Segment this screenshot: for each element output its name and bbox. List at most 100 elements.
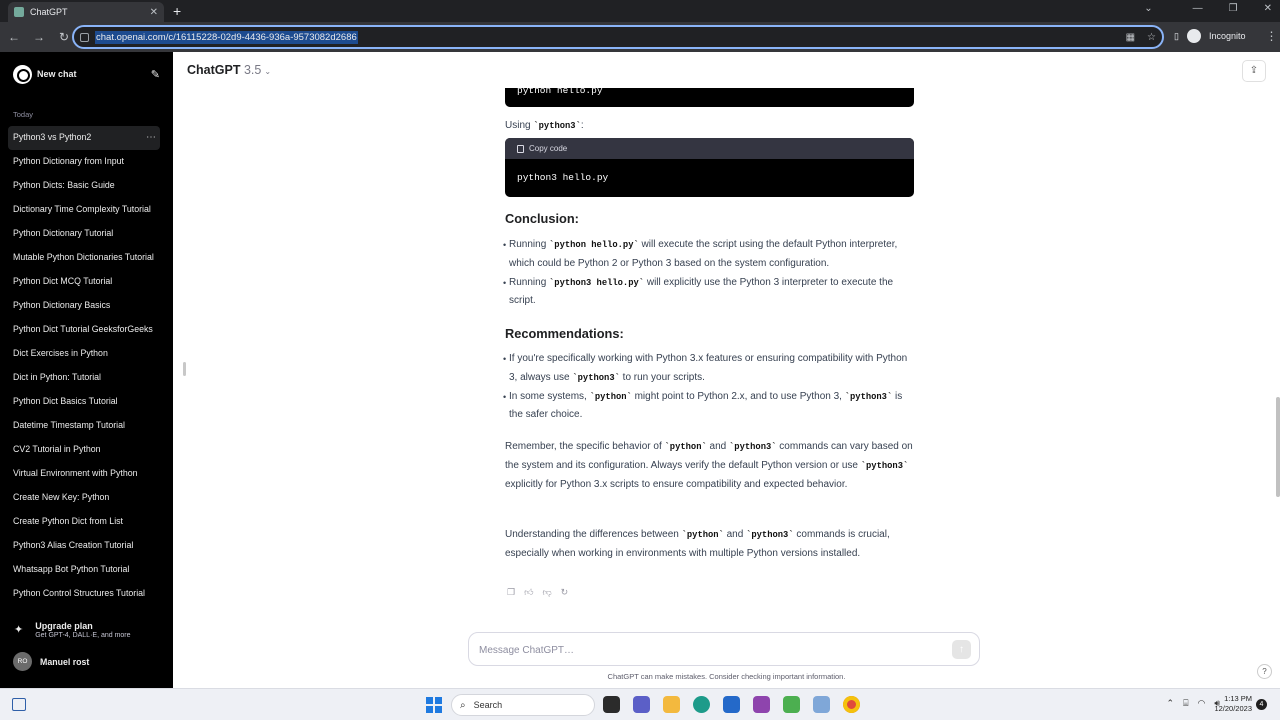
time: 1:13 PM	[1224, 694, 1252, 703]
sidebar-chat-item[interactable]: Mutable Python Dictionaries Tutorial	[8, 246, 160, 270]
qr-code-icon[interactable]: ▦	[1126, 32, 1135, 43]
share-button[interactable]: ⇪	[1242, 60, 1266, 82]
side-panel-icon[interactable]: ▯	[1174, 31, 1179, 42]
tab-search-icon[interactable]: ⌄	[1144, 3, 1152, 14]
sidebar-chat-item[interactable]: Python Dicts: Basic Guide	[8, 174, 160, 198]
text: explicitly for Python 3.x scripts to ens…	[505, 478, 848, 490]
network-icon[interactable]: ⌸	[1183, 698, 1188, 709]
copy-code-button[interactable]: Copy code	[505, 138, 914, 159]
upgrade-plan-button[interactable]: ✦ Upgrade plan Get GPT-4, DALL·E, and mo…	[14, 621, 131, 639]
sidebar-chat-item[interactable]: Python Dict Tutorial GeeksforGeeks	[8, 318, 160, 342]
forward-icon[interactable]: →	[28, 30, 50, 44]
regenerate-icon[interactable]: ↻	[561, 587, 569, 598]
sidebar-chat-item[interactable]: CV2 Tutorial in Python	[8, 438, 160, 462]
chat-item-label: Mutable Python Dictionaries Tutorial	[13, 252, 154, 262]
chat-item-label: Dict in Python: Tutorial	[13, 372, 102, 382]
sidebar-chat-item[interactable]: Python Dictionary from Input	[8, 150, 160, 174]
browser-tab[interactable]: ChatGPT ✕	[8, 2, 164, 22]
thumbs-down-icon[interactable]: 👎︎	[542, 587, 551, 598]
close-window-icon[interactable]: ✕	[1264, 3, 1272, 14]
sidebar-chat-item[interactable]: Python Control Structures Tutorial	[8, 582, 160, 606]
inline-code: `python3`	[533, 121, 581, 131]
text: Remember, the specific behavior of	[505, 441, 665, 452]
minimize-icon[interactable]: —	[1193, 3, 1203, 14]
sparkle-icon: ✦	[14, 624, 24, 636]
incognito-label[interactable]: Incognito	[1209, 31, 1246, 41]
scrollbar[interactable]	[1276, 397, 1280, 497]
new-tab-button[interactable]: +	[173, 3, 181, 19]
sidebar-chat-item[interactable]: Python Dict Basics Tutorial	[8, 390, 160, 414]
sidebar-chat-item[interactable]: Dictionary Time Complexity Tutorial	[8, 198, 160, 222]
message-input[interactable]	[479, 641, 939, 659]
text: and	[706, 441, 730, 452]
inline-code: `python3`	[729, 442, 777, 452]
text: Running	[509, 276, 550, 288]
compose-icon[interactable]: ✎	[151, 68, 160, 81]
copy-icon[interactable]: ❐	[507, 587, 515, 598]
code-block-partial: python hello.py	[505, 88, 914, 107]
sidebar-toggle-handle[interactable]	[183, 362, 186, 376]
disclaimer: ChatGPT can make mistakes. Consider chec…	[607, 672, 846, 681]
store-icon[interactable]	[723, 696, 740, 713]
help-button[interactable]: ?	[1257, 664, 1272, 679]
message-composer: ↑	[468, 632, 980, 666]
user-menu[interactable]: RO Manuel rost	[13, 652, 89, 671]
restore-icon[interactable]: ❐	[1229, 3, 1238, 14]
chevron-up-icon[interactable]: ⌃	[1167, 698, 1175, 709]
sidebar-chat-item[interactable]: Create Python Dict from List	[8, 510, 160, 534]
site-info-icon[interactable]	[80, 32, 89, 42]
chat-app-icon[interactable]	[633, 696, 650, 713]
inline-code: `python`	[681, 530, 724, 540]
new-chat-button[interactable]: New chat ✎	[8, 63, 160, 85]
text: to run your scripts.	[619, 371, 705, 383]
vpn-app-icon[interactable]	[753, 696, 770, 713]
sidebar-chat-item[interactable]: Create New Key: Python	[8, 486, 160, 510]
list-item: In some systems, `python` might point to…	[503, 388, 911, 426]
taskbar-search[interactable]: ⌕ Search	[451, 694, 595, 716]
avatar: RO	[13, 652, 32, 671]
url-text[interactable]: chat.openai.com/c/16115228-02d9-4436-936…	[95, 30, 358, 44]
chat-item-label: Python Dictionary Basics	[13, 300, 111, 310]
chat-item-label: Python Dict Basics Tutorial	[13, 396, 118, 406]
sidebar: New chat ✎ Today Python3 vs Python2 ⋯ Pyth…	[0, 52, 173, 688]
task-view-icon[interactable]	[603, 696, 620, 713]
taskbar: ⌕ Search ⌃ ⌸ ◠ 🔊︎ 1:13 PM 12/20/2023 4	[0, 688, 1280, 720]
menu-icon[interactable]: ⋮	[1265, 29, 1277, 43]
sidebar-chat-item[interactable]: Virtual Environment with Python	[8, 462, 160, 486]
file-explorer-icon[interactable]	[663, 696, 680, 713]
address-bar[interactable]: chat.openai.com/c/16115228-02d9-4436-936…	[72, 25, 1164, 49]
paragraph: Understanding the differences between `p…	[505, 526, 915, 564]
list-item: Running `python3 hello.py` will explicit…	[503, 274, 911, 312]
sidebar-chat-item[interactable]: Python3 Alias Creation Tutorial	[8, 534, 160, 558]
image-app-icon[interactable]	[813, 696, 830, 713]
clock[interactable]: 1:13 PM 12/20/2023	[1206, 694, 1252, 714]
sidebar-chat-item[interactable]: Whatsapp Bot Python Tutorial	[8, 558, 160, 582]
windows-start-icon[interactable]	[426, 697, 442, 713]
close-tab-icon[interactable]: ✕	[150, 7, 158, 18]
text: :	[580, 120, 584, 131]
back-icon[interactable]: ←	[3, 30, 25, 44]
sidebar-chat-item[interactable]: Datetime Timestamp Tutorial	[8, 414, 160, 438]
edge-browser-icon[interactable]	[693, 696, 710, 713]
sidebar-chat-item[interactable]: Dict Exercises in Python	[8, 342, 160, 366]
wifi-icon[interactable]: ◠	[1197, 698, 1205, 709]
sidebar-chat-item[interactable]: Python Dictionary Tutorial	[8, 222, 160, 246]
model-selector[interactable]: ChatGPT 3.5 ⌄	[187, 63, 271, 77]
sidebar-chat-item[interactable]: Python Dict MCQ Tutorial	[8, 270, 160, 294]
widgets-icon[interactable]	[12, 698, 26, 711]
sidebar-chat-item[interactable]: Python3 vs Python2 ⋯	[8, 126, 160, 150]
sidebar-chat-item[interactable]: Dict in Python: Tutorial	[8, 366, 160, 390]
more-options-icon[interactable]: ⋯	[146, 126, 156, 149]
chat-item-label: Whatsapp Bot Python Tutorial	[13, 564, 130, 574]
thumbs-up-icon[interactable]: 👍︎	[524, 587, 533, 598]
browser-toolbar: ← → ↻ chat.openai.com/c/16115228-02d9-44…	[0, 22, 1280, 52]
model-version: 3.5	[243, 63, 262, 77]
send-button[interactable]: ↑	[952, 640, 971, 659]
sidebar-chat-item[interactable]: Python Dictionary Basics	[8, 294, 160, 318]
chat-item-label: Python Dicts: Basic Guide	[13, 180, 115, 190]
bookmark-star-icon[interactable]: ☆	[1147, 32, 1156, 43]
chrome-icon[interactable]	[843, 696, 860, 713]
notification-badge[interactable]: 4	[1256, 699, 1267, 710]
main-panel: ChatGPT 3.5 ⌄ ⇪ python hello.py Using `py…	[173, 52, 1280, 688]
notes-app-icon[interactable]	[783, 696, 800, 713]
